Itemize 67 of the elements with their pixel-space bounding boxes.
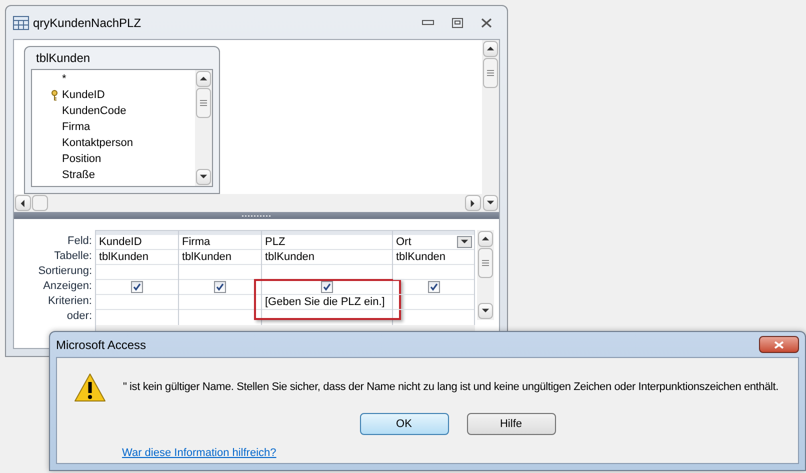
dialog-button[interactable]: OK xyxy=(360,413,448,435)
scroll-up-button[interactable] xyxy=(196,71,211,87)
row-label: Anzeigen: xyxy=(43,279,92,294)
dropdown-button[interactable] xyxy=(457,236,472,248)
scroll-right-button[interactable] xyxy=(465,195,481,211)
scroll-thumb[interactable] xyxy=(483,58,498,88)
field-name[interactable]: Position xyxy=(62,150,102,168)
dialog-button[interactable]: Hilfe xyxy=(466,413,556,435)
scroll-up-button[interactable] xyxy=(478,231,493,247)
field-name[interactable]: * xyxy=(62,70,66,88)
check-icon xyxy=(216,283,224,291)
show-checkbox[interactable] xyxy=(428,281,440,293)
scroll-thumb[interactable] xyxy=(32,195,48,211)
grip-icon xyxy=(482,260,489,266)
grid-cell[interactable]: tblKunden xyxy=(265,248,315,266)
field-name[interactable]: Firma xyxy=(62,118,90,136)
help-link[interactable]: War diese Information hilfreich? xyxy=(122,447,276,459)
scroll-thumb[interactable] xyxy=(478,248,493,278)
grid-cell[interactable]: tblKunden xyxy=(99,248,149,266)
maximize-icon[interactable] xyxy=(452,18,463,28)
grid-cell[interactable]: Firma xyxy=(182,234,210,250)
row-label: Kriterien: xyxy=(48,294,92,310)
arrow-icon xyxy=(481,234,490,244)
vertical-scrollbar[interactable] xyxy=(482,40,499,212)
minimize-icon[interactable] xyxy=(422,20,434,26)
arrow-icon xyxy=(18,198,28,208)
close-button[interactable] xyxy=(759,336,799,353)
scroll-up-button[interactable] xyxy=(483,41,498,57)
grip-icon xyxy=(487,70,494,76)
scroll-down-button[interactable] xyxy=(196,169,211,185)
vertical-scrollbar[interactable] xyxy=(477,230,494,320)
grid-cell[interactable]: PLZ xyxy=(265,234,286,250)
check-icon xyxy=(133,283,141,291)
scroll-thumb[interactable] xyxy=(196,88,211,118)
scroll-left-button[interactable] xyxy=(15,195,31,211)
arrow-icon xyxy=(486,44,495,54)
dialog-message: " ist kein gültiger Name. Stellen Sie sicher, dass der Name nicht zu lang ist und keine ungültigen Zeichen oder Interpunktionszeichen enthält. xyxy=(123,380,778,396)
grid-cell[interactable]: tblKunden xyxy=(396,248,446,266)
check-icon xyxy=(323,283,331,291)
show-checkbox[interactable] xyxy=(214,281,226,293)
field-name[interactable]: KundenCode xyxy=(62,102,126,120)
vertical-scrollbar[interactable] xyxy=(195,70,212,186)
table-title: tblKunden xyxy=(35,50,90,67)
row-label: Feld: xyxy=(68,234,92,250)
grid-cell[interactable]: [Geben Sie die PLZ ein.] xyxy=(265,294,385,310)
arrow-icon xyxy=(199,74,208,84)
row-label: Sortierung: xyxy=(38,264,92,280)
window-title: qryKundenNachPLZ xyxy=(33,14,142,32)
dialog-title: Microsoft Access xyxy=(56,336,146,354)
field-name[interactable]: Straße xyxy=(62,166,96,184)
scroll-down-button[interactable] xyxy=(483,195,498,211)
scroll-down-button[interactable] xyxy=(478,303,493,319)
check-icon xyxy=(430,283,438,291)
grid-cell[interactable]: Ort xyxy=(396,234,412,250)
row-label: Tabelle: xyxy=(54,249,92,264)
grid-cell[interactable]: tblKunden xyxy=(182,248,232,266)
row-label: oder: xyxy=(66,309,92,324)
grid-cell[interactable]: KundeID xyxy=(99,234,142,250)
grip-icon xyxy=(200,100,207,106)
close-icon[interactable] xyxy=(481,18,492,28)
close-icon xyxy=(774,340,784,348)
show-checkbox[interactable] xyxy=(131,281,143,293)
show-checkbox[interactable] xyxy=(321,281,333,293)
query-icon xyxy=(13,16,29,30)
warning-icon xyxy=(74,373,106,402)
field-name[interactable]: Kontaktperson xyxy=(62,134,133,152)
field-name[interactable]: KundeID xyxy=(62,86,105,104)
